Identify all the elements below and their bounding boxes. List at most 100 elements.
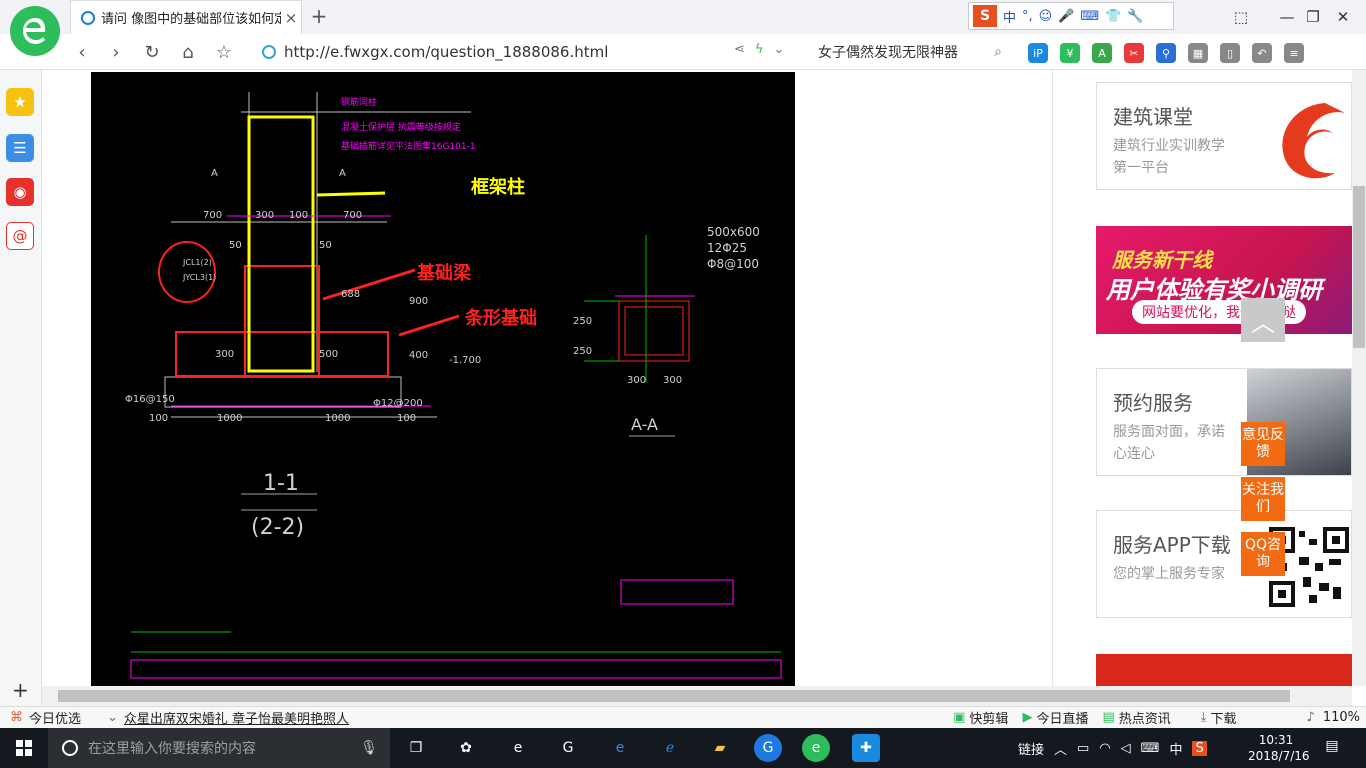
promo-line1: 服务新干线 bbox=[1112, 248, 1212, 272]
translate-icon[interactable]: A bbox=[1092, 43, 1112, 63]
horizontal-scroll-thumb[interactable] bbox=[58, 690, 1290, 702]
ime-item[interactable]: 🎤 bbox=[1058, 9, 1074, 24]
card-building-class[interactable]: 建筑课堂 建筑行业实训教学第一平台 bbox=[1096, 82, 1352, 190]
search-icon[interactable]: ⌕ bbox=[994, 44, 1002, 60]
mail-icon[interactable]: @ bbox=[6, 222, 34, 250]
swirl-app-icon[interactable]: G bbox=[554, 734, 582, 762]
reading-list-icon[interactable]: ☰ bbox=[6, 134, 34, 162]
ime-item[interactable]: ☺ bbox=[1039, 9, 1053, 24]
ime-item[interactable]: 👕 bbox=[1105, 9, 1121, 24]
browser-taskbar-icon[interactable]: e bbox=[802, 734, 830, 762]
notification-icon[interactable]: ▤ bbox=[1322, 738, 1342, 758]
tablet-icon[interactable]: ▯ bbox=[1220, 43, 1240, 63]
forward-icon[interactable]: › bbox=[102, 40, 130, 64]
back-to-top-icon[interactable]: ︿ bbox=[1241, 298, 1285, 342]
ime-toolbar[interactable]: S 中 °, ☺ 🎤 ⌨ 👕 🔧 bbox=[968, 2, 1174, 30]
status-hot-news[interactable]: 热点资讯 bbox=[1119, 708, 1171, 727]
dim-text: 900 bbox=[409, 296, 428, 307]
news-headline-link[interactable]: 众星出席双宋婚礼 章子怡最美明艳照人 bbox=[124, 708, 349, 727]
keyboard-icon[interactable]: ⌨ bbox=[1141, 741, 1160, 756]
zoom-level[interactable]: 110% bbox=[1323, 710, 1360, 725]
search-input[interactable]: 女子偶然发现无限神器 ⌕ bbox=[812, 40, 1008, 64]
close-window-button[interactable]: ✕ bbox=[1320, 0, 1366, 34]
status-live[interactable]: 今日直播 bbox=[1036, 708, 1088, 727]
cad-drawing-image: 框架柱 基础梁 条形基础 钢筋同柱 混凝土保护层 抗震等级按规定 基础插筋详见平… bbox=[91, 72, 795, 686]
menu-icon[interactable]: ≡ bbox=[1284, 43, 1304, 63]
qq-consult-button[interactable]: QQ咨询 bbox=[1241, 532, 1285, 576]
edge-icon[interactable]: e bbox=[606, 734, 634, 762]
clock-date: 2018/7/16 bbox=[1248, 749, 1310, 763]
apps-icon[interactable]: ▦ bbox=[1188, 43, 1208, 63]
card-app-download[interactable]: 服务APP下载 您的掌上服务专家 bbox=[1096, 510, 1352, 618]
chevron-up-icon[interactable]: ︿ bbox=[1054, 739, 1067, 758]
red-banner[interactable] bbox=[1096, 654, 1352, 686]
shield-icon[interactable]: ¥ bbox=[1060, 43, 1080, 63]
dim-text: 250 bbox=[573, 316, 592, 327]
speaker-icon[interactable]: ◁ bbox=[1121, 741, 1131, 756]
clock[interactable]: 10:31 2018/7/16 bbox=[1248, 732, 1310, 764]
follow-us-button[interactable]: 关注我们 bbox=[1241, 477, 1285, 521]
undo-icon[interactable]: ↶ bbox=[1252, 43, 1272, 63]
volume-icon: ♪ bbox=[1306, 710, 1315, 725]
mic-icon[interactable]: 🎙 bbox=[360, 740, 378, 756]
url-field[interactable]: http://e.fwxgx.com/question_1888086.html bbox=[262, 41, 732, 63]
battery-icon[interactable]: ▭ bbox=[1077, 741, 1089, 756]
star-icon[interactable]: ☆ bbox=[210, 40, 238, 64]
weibo-icon[interactable]: ◉ bbox=[6, 178, 34, 206]
ie-taskbar-icon[interactable]: e bbox=[504, 734, 532, 762]
shirt-icon[interactable]: ⬚ bbox=[1218, 0, 1264, 34]
status-quick-clip[interactable]: 快剪辑 bbox=[969, 708, 1008, 727]
home-icon[interactable]: ⌂ bbox=[174, 40, 202, 64]
sogou-tray-icon[interactable]: S bbox=[1192, 740, 1207, 756]
sogou-logo-icon[interactable]: S bbox=[973, 5, 997, 27]
dim-text: 100 bbox=[289, 210, 308, 221]
ime-item[interactable]: ⌨ bbox=[1080, 9, 1099, 24]
ip-icon[interactable]: iP bbox=[1028, 43, 1048, 63]
status-bar: ⌘ 今日优选 ⌄ 众星出席双宋婚礼 章子怡最美明艳照人 ▣ 快剪辑 ▶ 今日直播… bbox=[0, 706, 1366, 728]
vertical-scroll-thumb[interactable] bbox=[1353, 186, 1365, 348]
favorites-icon[interactable]: ★ bbox=[6, 88, 34, 116]
status-download[interactable]: 下载 bbox=[1211, 708, 1237, 727]
dim-text: 250 bbox=[573, 346, 592, 357]
back-icon[interactable]: ‹ bbox=[68, 40, 96, 64]
promo-banner[interactable]: 服务新干线 用户体验有奖小调研 网站要优化，我们听你哒 bbox=[1096, 226, 1352, 334]
globe-icon bbox=[262, 45, 276, 59]
chevron-down-icon: ⌄ bbox=[107, 710, 118, 725]
chevron-down-icon[interactable]: ⌄ bbox=[773, 42, 784, 62]
fan-app-icon[interactable]: ✿ bbox=[452, 734, 480, 762]
tab-title: 请问 像图中的基础部位该如何定 bbox=[101, 12, 281, 27]
scissors-icon[interactable]: ✂ bbox=[1124, 43, 1144, 63]
g-app-icon[interactable]: G bbox=[754, 734, 782, 762]
wifi-icon[interactable]: ◠ bbox=[1099, 741, 1110, 756]
card-appointment[interactable]: 预约服务 服务面对面，承诺心连心 bbox=[1096, 368, 1352, 476]
remote-app-icon[interactable]: ✚ bbox=[852, 734, 880, 762]
folder-icon[interactable]: ▰ bbox=[706, 734, 734, 762]
dim-text: 50 bbox=[319, 240, 332, 251]
dim-text: 700 bbox=[203, 210, 222, 221]
tab-close-button[interactable]: × bbox=[281, 9, 301, 27]
feedback-button[interactable]: 意见反馈 bbox=[1241, 422, 1285, 466]
dim-text: 100 bbox=[397, 413, 416, 424]
new-tab-button[interactable]: + bbox=[306, 4, 332, 30]
dim-text: Φ8@100 bbox=[707, 257, 759, 271]
refresh-icon[interactable]: ↻ bbox=[138, 40, 166, 64]
browser-logo-icon[interactable] bbox=[10, 6, 60, 56]
magnifier-icon[interactable]: ⚲ bbox=[1156, 43, 1176, 63]
ime-indicator[interactable]: 中 bbox=[1169, 739, 1182, 758]
status-today-picks[interactable]: 今日优选 bbox=[29, 708, 81, 727]
ime-item[interactable]: 中 bbox=[1003, 7, 1016, 26]
tray-link-text[interactable]: 链接 bbox=[1018, 739, 1044, 758]
add-icon[interactable]: + bbox=[12, 678, 29, 702]
lightning-icon[interactable]: ϟ bbox=[755, 42, 764, 62]
tab-active[interactable]: 请问 像图中的基础部位该如何定 × bbox=[70, 0, 302, 34]
ie-blue-icon[interactable]: ℯ bbox=[656, 734, 684, 762]
ime-item[interactable]: °, bbox=[1022, 9, 1033, 24]
dim-text: A bbox=[339, 168, 346, 179]
ime-item[interactable]: 🔧 bbox=[1127, 9, 1143, 24]
taskbar-search-input[interactable]: 在这里输入你要搜索的内容 🎙 bbox=[48, 728, 390, 768]
vertical-scrollbar[interactable] bbox=[1352, 70, 1366, 686]
task-view-icon[interactable]: ❐ bbox=[402, 734, 430, 762]
section-label: A-A bbox=[631, 415, 658, 434]
windows-start-icon[interactable] bbox=[0, 728, 48, 768]
share-icon[interactable]: ⋖ bbox=[734, 42, 745, 62]
